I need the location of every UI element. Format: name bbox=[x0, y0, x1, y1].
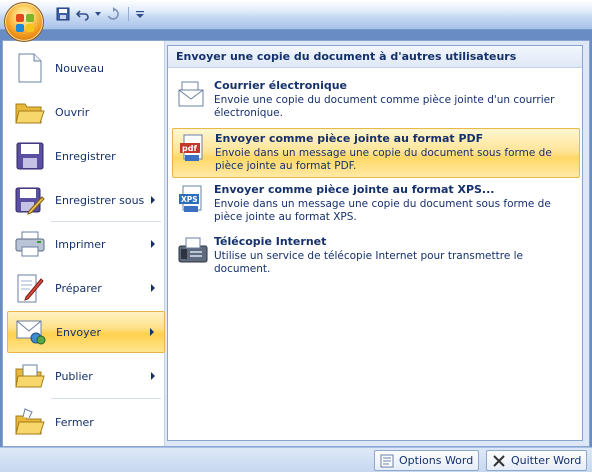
item-title: Télécopie Internet bbox=[214, 235, 327, 248]
options-icon bbox=[380, 454, 394, 468]
item-title: Envoyer comme pièce jointe au format PDF bbox=[215, 132, 484, 145]
menu-item-enregistrer-sous[interactable]: Enregistrer sous bbox=[7, 179, 165, 221]
redo-icon[interactable] bbox=[104, 5, 122, 23]
menu-item-label: Envoyer bbox=[56, 325, 101, 339]
open-folder-icon bbox=[13, 95, 47, 129]
submenu-arrow-icon bbox=[151, 196, 155, 204]
quit-word-label: Quitter Word bbox=[511, 454, 582, 467]
menu-item-label: Enregistrer bbox=[55, 149, 116, 163]
quick-access-toolbar bbox=[48, 4, 151, 24]
undo-dropdown-icon[interactable] bbox=[94, 5, 102, 23]
undo-icon[interactable] bbox=[74, 5, 92, 23]
submenu-arrow-icon bbox=[151, 240, 155, 248]
office-button[interactable] bbox=[4, 2, 44, 42]
office-logo-icon bbox=[16, 14, 34, 32]
send-icon bbox=[14, 315, 48, 349]
send-email-item[interactable]: Courrier électronique Envoie une copie d… bbox=[172, 76, 580, 126]
menu-item-preparer[interactable]: Préparer bbox=[7, 267, 165, 309]
item-description: Envoie une copie du document comme pièce… bbox=[214, 94, 555, 119]
save-as-icon bbox=[13, 183, 47, 217]
menu-item-publier[interactable]: Publier bbox=[7, 355, 165, 397]
new-document-icon bbox=[13, 51, 47, 85]
menu-footer: Options Word Quitter Word bbox=[0, 447, 592, 472]
close-icon bbox=[492, 454, 506, 468]
item-description: Envoie dans un message une copie du docu… bbox=[215, 147, 552, 172]
publish-icon bbox=[13, 359, 47, 393]
menu-item-label: Imprimer bbox=[55, 237, 106, 251]
close-folder-icon bbox=[13, 405, 47, 439]
menu-item-label: Préparer bbox=[55, 281, 102, 295]
prepare-icon bbox=[13, 271, 47, 305]
save-icon[interactable] bbox=[54, 5, 72, 23]
svg-text:pdf: pdf bbox=[182, 144, 197, 153]
fax-icon bbox=[176, 234, 210, 268]
save-disk-icon bbox=[13, 139, 47, 173]
menu-item-label: Enregistrer sous bbox=[55, 193, 145, 207]
menu-item-label: Fermer bbox=[55, 415, 94, 429]
xps-icon: XPS bbox=[176, 182, 210, 216]
menu-item-enregistrer[interactable]: Enregistrer bbox=[7, 135, 165, 177]
email-icon bbox=[176, 78, 210, 112]
menu-item-label: Publier bbox=[55, 369, 93, 383]
menu-item-fermer[interactable]: Fermer bbox=[7, 401, 165, 443]
internet-fax-item[interactable]: Télécopie Internet Utilise un service de… bbox=[172, 232, 580, 282]
customize-icon[interactable] bbox=[135, 5, 145, 23]
item-description: Envoie dans un message une copie du docu… bbox=[214, 198, 551, 223]
pdf-icon: pdf bbox=[177, 131, 211, 165]
submenu-arrow-icon bbox=[150, 328, 154, 336]
submenu-pane: Envoyer une copie du document à d'autres… bbox=[167, 45, 583, 441]
svg-text:XPS: XPS bbox=[181, 195, 198, 204]
word-options-button[interactable]: Options Word bbox=[374, 450, 480, 471]
item-title: Envoyer comme pièce jointe au format XPS… bbox=[214, 183, 495, 196]
menu-item-nouveau[interactable]: Nouveau bbox=[7, 47, 165, 89]
word-options-label: Options Word bbox=[399, 454, 474, 467]
submenu-header: Envoyer une copie du document à d'autres… bbox=[168, 46, 582, 68]
menu-item-label: Nouveau bbox=[55, 61, 104, 75]
item-title: Courrier électronique bbox=[214, 79, 348, 92]
menu-left-pane: Nouveau Ouvrir Enregistrer Enregistrer s… bbox=[3, 41, 165, 446]
menu-item-envoyer[interactable]: Envoyer bbox=[7, 311, 165, 353]
submenu-arrow-icon bbox=[151, 372, 155, 380]
quit-word-button[interactable]: Quitter Word bbox=[486, 450, 588, 471]
title-bar bbox=[0, 0, 592, 30]
printer-icon bbox=[13, 227, 47, 261]
item-description: Utilise un service de télécopie Internet… bbox=[214, 250, 524, 275]
send-pdf-item[interactable]: pdf Envoyer comme pièce jointe au format… bbox=[172, 128, 580, 178]
menu-separator bbox=[51, 221, 161, 222]
menu-separator bbox=[51, 398, 161, 399]
menu-item-ouvrir[interactable]: Ouvrir bbox=[7, 91, 165, 133]
office-menu: Nouveau Ouvrir Enregistrer Enregistrer s… bbox=[2, 40, 590, 447]
submenu-arrow-icon bbox=[151, 284, 155, 292]
send-xps-item[interactable]: XPS Envoyer comme pièce jointe au format… bbox=[172, 180, 580, 230]
toolbar-separator bbox=[128, 7, 129, 21]
menu-item-label: Ouvrir bbox=[55, 105, 90, 119]
menu-item-imprimer[interactable]: Imprimer bbox=[7, 223, 165, 265]
